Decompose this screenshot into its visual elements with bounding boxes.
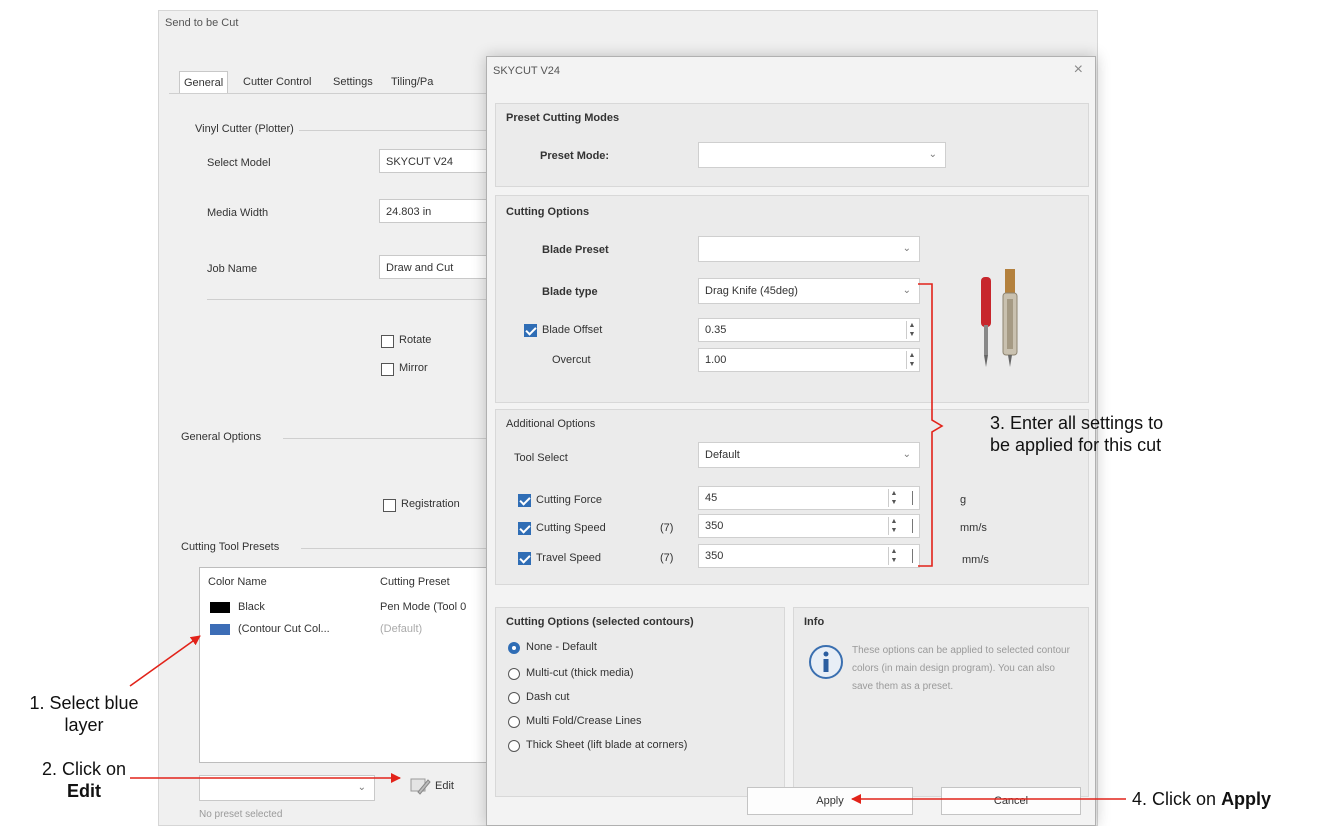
annotation-overlay <box>129 283 1126 804</box>
bracket-step-3 <box>918 283 944 567</box>
arrow-step-1 <box>129 635 201 687</box>
